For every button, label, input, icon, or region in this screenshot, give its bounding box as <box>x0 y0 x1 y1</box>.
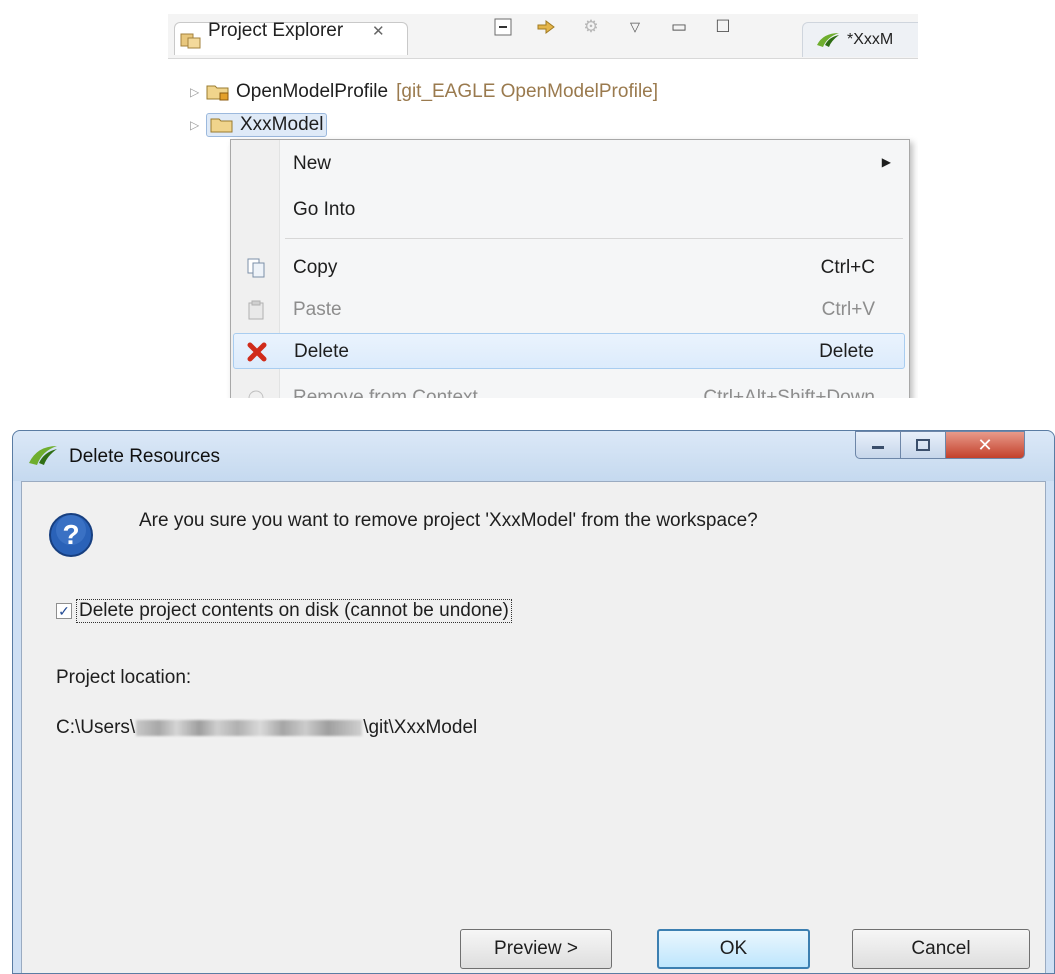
view-menu-chevron-icon[interactable]: ▽ <box>624 16 646 38</box>
menu-item-label: Delete <box>294 341 349 362</box>
remove-context-icon <box>248 390 264 398</box>
project-location-path: C:\Users\ \git\XxxModel <box>56 717 477 739</box>
tree-item-openmodelprofile[interactable]: ▷ OpenModelProfile [git_EAGLE OpenModelP… <box>190 78 658 106</box>
close-tab-icon[interactable]: ✕ <box>372 22 385 40</box>
dialog-titlebar[interactable]: Delete Resources ✕ <box>13 431 1054 481</box>
close-button[interactable]: ✕ <box>945 431 1025 459</box>
project-location-label: Project location: <box>56 667 192 688</box>
menu-item-go-into[interactable]: Go Into <box>233 192 905 228</box>
menu-item-label: Copy <box>293 257 338 278</box>
selected-tree-node[interactable]: XxxModel <box>206 113 328 137</box>
dialog-body: ? Are you sure you want to remove projec… <box>21 481 1046 973</box>
minimize-button[interactable] <box>855 431 901 459</box>
submenu-arrow-icon: ▶ <box>881 155 891 169</box>
svg-text:?: ? <box>62 519 79 550</box>
delete-contents-label[interactable]: Delete project contents on disk (cannot … <box>76 599 512 623</box>
menu-separator <box>285 238 903 239</box>
menu-item-shortcut: Delete <box>819 341 874 362</box>
editor-tab[interactable]: *XxxM <box>802 22 918 57</box>
expand-arrow-icon[interactable]: ▷ <box>190 85 206 99</box>
git-repo-decoration: [git_EAGLE OpenModelProfile] <box>396 81 659 102</box>
maximize-button[interactable] <box>900 431 946 459</box>
location-suffix: \git\XxxModel <box>363 717 478 738</box>
menu-item-label: Go Into <box>293 199 356 220</box>
menu-item-remove-from-context[interactable]: Remove from Context Ctrl+Alt+Shift+Down <box>233 380 905 398</box>
minimize-icon <box>872 446 884 449</box>
menu-item-shortcut: Ctrl+C <box>820 257 875 278</box>
dialog-title: Delete Resources <box>69 446 221 467</box>
eclipse-explorer-crop: Project Explorer ✕ ⚙ ▽ ▭ ☐ *XxxM ▷ OpenM… <box>162 0 918 398</box>
delete-x-icon <box>247 342 267 362</box>
maximize-icon <box>916 439 930 451</box>
menu-item-paste[interactable]: Paste Ctrl+V <box>233 292 905 328</box>
editor-app-icon <box>817 33 839 47</box>
tree-item-label: OpenModelProfile <box>236 81 389 102</box>
menu-item-shortcut: Ctrl+V <box>821 299 875 320</box>
menu-item-label: Paste <box>293 299 342 320</box>
location-prefix: C:\Users\ <box>56 717 136 738</box>
eclipse-app-icon <box>29 446 57 465</box>
cancel-button[interactable]: Cancel <box>852 929 1030 969</box>
close-icon: ✕ <box>977 434 993 456</box>
view-toolbar: ⚙ ▽ ▭ ☐ <box>492 16 734 38</box>
project-folder-icon <box>210 118 233 133</box>
copy-icon <box>247 258 265 278</box>
menu-item-shortcut: Ctrl+Alt+Shift+Down <box>703 387 875 398</box>
paste-icon <box>248 300 264 320</box>
menu-item-new[interactable]: New ▶ <box>233 146 905 182</box>
delete-contents-checkbox[interactable]: ✓ <box>56 603 72 619</box>
minimize-view-icon[interactable]: ▭ <box>668 16 690 38</box>
link-with-editor-icon[interactable] <box>536 16 558 38</box>
tree-item-xxxmodel[interactable]: ▷ XxxModel <box>190 111 328 139</box>
editor-tab-label: *XxxM <box>847 31 894 48</box>
menu-item-label: New <box>293 153 332 174</box>
delete-resources-dialog: Delete Resources ✕ ? Are you sure you wa… <box>12 430 1055 974</box>
project-explorer-icon <box>180 33 201 49</box>
menu-item-copy[interactable]: Copy Ctrl+C <box>233 250 905 286</box>
menu-item-delete[interactable]: Delete Delete <box>233 333 905 369</box>
expand-arrow-icon[interactable]: ▷ <box>190 118 206 132</box>
menu-item-label: Remove from Context <box>293 387 478 398</box>
git-project-folder-icon <box>206 85 229 101</box>
delete-contents-option[interactable]: ✓ Delete project contents on disk (canno… <box>56 599 512 623</box>
redacted-username <box>136 720 363 736</box>
filter-icon[interactable]: ⚙ <box>580 16 602 38</box>
question-icon: ? <box>49 513 93 557</box>
tree-item-label: XxxModel <box>240 114 324 135</box>
collapse-all-icon[interactable] <box>492 16 514 38</box>
project-explorer-tab-title: Project Explorer <box>208 20 344 41</box>
confirm-question: Are you sure you want to remove project … <box>139 510 758 531</box>
preview-button[interactable]: Preview > <box>460 929 612 969</box>
ok-button[interactable]: OK <box>657 929 810 969</box>
maximize-view-icon[interactable]: ☐ <box>712 16 734 38</box>
context-menu: New ▶ Go Into Copy Ctrl+C Paste Ctrl+V D… <box>230 139 910 398</box>
